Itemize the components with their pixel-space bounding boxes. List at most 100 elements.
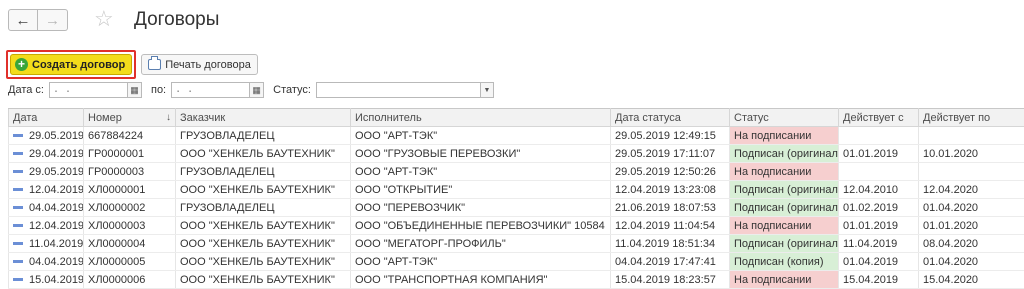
document-icon: [13, 170, 23, 174]
cell-date: 29.05.2019: [8, 126, 84, 145]
cell-number: ХЛ0000006: [83, 270, 176, 289]
cell-date: 15.04.2019: [8, 270, 84, 289]
cell-customer: ГРУЗОВЛАДЕЛЕЦ: [175, 198, 351, 217]
cell-status-date: 21.06.2019 18:07:53: [610, 198, 730, 217]
chevron-down-icon[interactable]: ▼: [479, 82, 494, 98]
cell-customer: ООО "ХЕНКЕЛЬ БАУТЕХНИК": [175, 252, 351, 271]
column-header-customer[interactable]: Заказчик: [175, 108, 351, 127]
create-contract-button[interactable]: + Создать договор: [10, 54, 133, 75]
cell-number: ХЛ0000002: [83, 198, 176, 217]
cell-date: 11.04.2019: [8, 234, 84, 253]
cell-valid-to: 12.04.2020: [918, 180, 1024, 199]
cell-valid-from: 11.04.2019: [838, 234, 919, 253]
cell-valid-from: [838, 162, 919, 181]
column-header-status[interactable]: Статус: [729, 108, 839, 127]
cell-status: Подписан (оригинал): [729, 144, 839, 163]
cell-status: На подписании: [729, 126, 839, 145]
cell-status: Подписан (оригинал): [729, 234, 839, 253]
cell-contractor: ООО "МЕГАТОРГ-ПРОФИЛЬ": [350, 234, 611, 253]
calendar-icon[interactable]: ▦: [250, 82, 265, 98]
command-bar: + Создать договор Печать договора: [6, 50, 258, 79]
cell-valid-from: 01.01.2019: [838, 216, 919, 235]
document-icon: [13, 260, 23, 264]
cell-valid-to: 15.04.2020: [918, 270, 1024, 289]
cell-number: ХЛ0000003: [83, 216, 176, 235]
table-row[interactable]: 15.04.2019 ХЛ0000006 ООО "ХЕНКЕЛЬ БАУТЕХНИ…: [8, 270, 1024, 289]
table-row[interactable]: 12.04.2019 ХЛ0000003 ООО "ХЕНКЕЛЬ БАУТЕХНИ…: [8, 216, 1024, 235]
plus-icon: +: [15, 58, 28, 71]
cell-customer: ООО "ХЕНКЕЛЬ БАУТЕХНИК": [175, 234, 351, 253]
column-header-valid-from[interactable]: Действует с: [838, 108, 919, 127]
cell-status: Подписан (оригинал): [729, 198, 839, 217]
table-row[interactable]: 11.04.2019 ХЛ0000004 ООО "ХЕНКЕЛЬ БАУТЕХНИ…: [8, 234, 1024, 253]
column-header-status-date[interactable]: Дата статуса: [610, 108, 730, 127]
column-header-date[interactable]: Дата: [8, 108, 84, 127]
status-filter-select[interactable]: ▼: [315, 82, 494, 98]
favorite-star-icon[interactable]: ☆: [94, 6, 114, 32]
document-icon: [13, 188, 23, 192]
cell-valid-from: 12.04.2010: [838, 180, 919, 199]
date-from-label: Дата с:: [8, 84, 44, 96]
document-icon: [13, 224, 23, 228]
cell-valid-from: [838, 126, 919, 145]
table-row[interactable]: 12.04.2019 ХЛ0000001 ООО "ХЕНКЕЛЬ БАУТЕХНИ…: [8, 180, 1024, 199]
cell-customer: ГРУЗОВЛАДЕЛЕЦ: [175, 126, 351, 145]
create-button-highlight: + Создать договор: [6, 50, 137, 79]
table-row[interactable]: 04.04.2019 ХЛ0000002 ГРУЗОВЛАДЕЛЕЦ ООО "ПЕР…: [8, 198, 1024, 217]
column-header-contractor[interactable]: Исполнитель: [350, 108, 611, 127]
cell-status-date: 04.04.2019 17:47:41: [610, 252, 730, 271]
cell-status: Подписан (оригинал): [729, 180, 839, 199]
filter-bar: Дата с: . . ▦ по: . . ▦ Статус: ▼: [8, 82, 494, 98]
print-contract-button[interactable]: Печать договора: [141, 54, 258, 75]
cell-contractor: ООО "ОБЪЕДИНЕННЫЕ ПЕРЕВОЗЧИКИ" 10584: [350, 216, 611, 235]
cell-valid-from: 01.04.2019: [838, 252, 919, 271]
create-contract-label: Создать договор: [32, 58, 126, 71]
table-row[interactable]: 29.04.2019 ГР0000001 ООО "ХЕНКЕЛЬ БАУТЕХНИ…: [8, 144, 1024, 163]
table-body: 29.05.2019 667884224 ГРУЗОВЛАДЕЛЕЦ ООО "АРТ…: [8, 126, 1024, 289]
cell-number: ГР0000003: [83, 162, 176, 181]
table-row[interactable]: 29.05.2019 ГР0000003 ГРУЗОВЛАДЕЛЕЦ ООО "АРТ…: [8, 162, 1024, 181]
document-icon: [13, 152, 23, 156]
cell-valid-from: 01.01.2019: [838, 144, 919, 163]
cell-status-date: 29.05.2019 12:50:26: [610, 162, 730, 181]
calendar-icon[interactable]: ▦: [127, 82, 142, 98]
date-from-input[interactable]: . .: [48, 82, 128, 98]
cell-number: ГР0000001: [83, 144, 176, 163]
cell-status: Подписан (копия): [729, 252, 839, 271]
cell-valid-to: 01.04.2020: [918, 252, 1024, 271]
cell-customer: ООО "ХЕНКЕЛЬ БАУТЕХНИК": [175, 144, 351, 163]
table-row[interactable]: 04.04.2019 ХЛ0000005 ООО "ХЕНКЕЛЬ БАУТЕХНИ…: [8, 252, 1024, 271]
cell-contractor: ООО "ГРУЗОВЫЕ ПЕРЕВОЗКИ": [350, 144, 611, 163]
cell-valid-to: 08.04.2020: [918, 234, 1024, 253]
print-contract-label: Печать договора: [165, 58, 251, 71]
cell-customer: ООО "ХЕНКЕЛЬ БАУТЕХНИК": [175, 216, 351, 235]
column-header-valid-to[interactable]: Действует по: [918, 108, 1024, 127]
table-row[interactable]: 29.05.2019 667884224 ГРУЗОВЛАДЕЛЕЦ ООО "АРТ…: [8, 126, 1024, 145]
column-header-number[interactable]: Номер ↓: [83, 108, 176, 127]
cell-status-date: 15.04.2019 18:23:57: [610, 270, 730, 289]
status-filter-label: Статус:: [273, 84, 311, 96]
cell-customer: ГРУЗОВЛАДЕЛЕЦ: [175, 162, 351, 181]
arrow-left-icon: ←: [15, 11, 31, 29]
cell-valid-from: 15.04.2019: [838, 270, 919, 289]
printer-icon: [148, 56, 162, 70]
cell-status: На подписании: [729, 270, 839, 289]
cell-number: ХЛ0000001: [83, 180, 176, 199]
cell-status-date: 11.04.2019 18:51:34: [610, 234, 730, 253]
cell-valid-from: 01.02.2019: [838, 198, 919, 217]
cell-customer: ООО "ХЕНКЕЛЬ БАУТЕХНИК": [175, 180, 351, 199]
cell-date: 29.05.2019: [8, 162, 84, 181]
cell-date: 12.04.2019: [8, 180, 84, 199]
sort-down-icon: ↓: [166, 111, 171, 123]
cell-valid-to: 01.04.2020: [918, 198, 1024, 217]
table-header-row: Дата Номер ↓ Заказчик Исполнитель Дата ст…: [8, 108, 1024, 127]
cell-number: ХЛ0000005: [83, 252, 176, 271]
cell-status-date: 12.04.2019 11:04:54: [610, 216, 730, 235]
back-button[interactable]: ←: [8, 9, 38, 31]
forward-button[interactable]: →: [38, 9, 68, 31]
cell-valid-to: [918, 162, 1024, 181]
arrow-right-icon: →: [45, 11, 60, 29]
cell-contractor: ООО "ОТКРЫТИЕ": [350, 180, 611, 199]
date-to-input[interactable]: . .: [171, 82, 251, 98]
cell-date: 29.04.2019: [8, 144, 84, 163]
